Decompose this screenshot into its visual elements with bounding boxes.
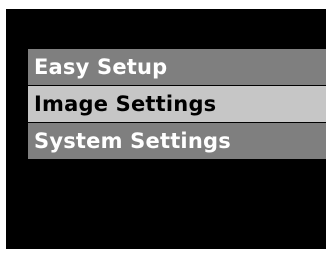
menu-item-system-settings[interactable]: System Settings: [28, 123, 326, 159]
display-screen: Easy Setup Image Settings System Setting…: [6, 9, 326, 249]
menu-item-label: Easy Setup: [34, 55, 168, 79]
settings-menu: Easy Setup Image Settings System Setting…: [28, 49, 326, 160]
menu-item-image-settings[interactable]: Image Settings: [28, 86, 326, 122]
menu-item-label: Image Settings: [34, 92, 217, 116]
menu-item-easy-setup[interactable]: Easy Setup: [28, 49, 326, 85]
menu-item-label: System Settings: [34, 129, 231, 153]
